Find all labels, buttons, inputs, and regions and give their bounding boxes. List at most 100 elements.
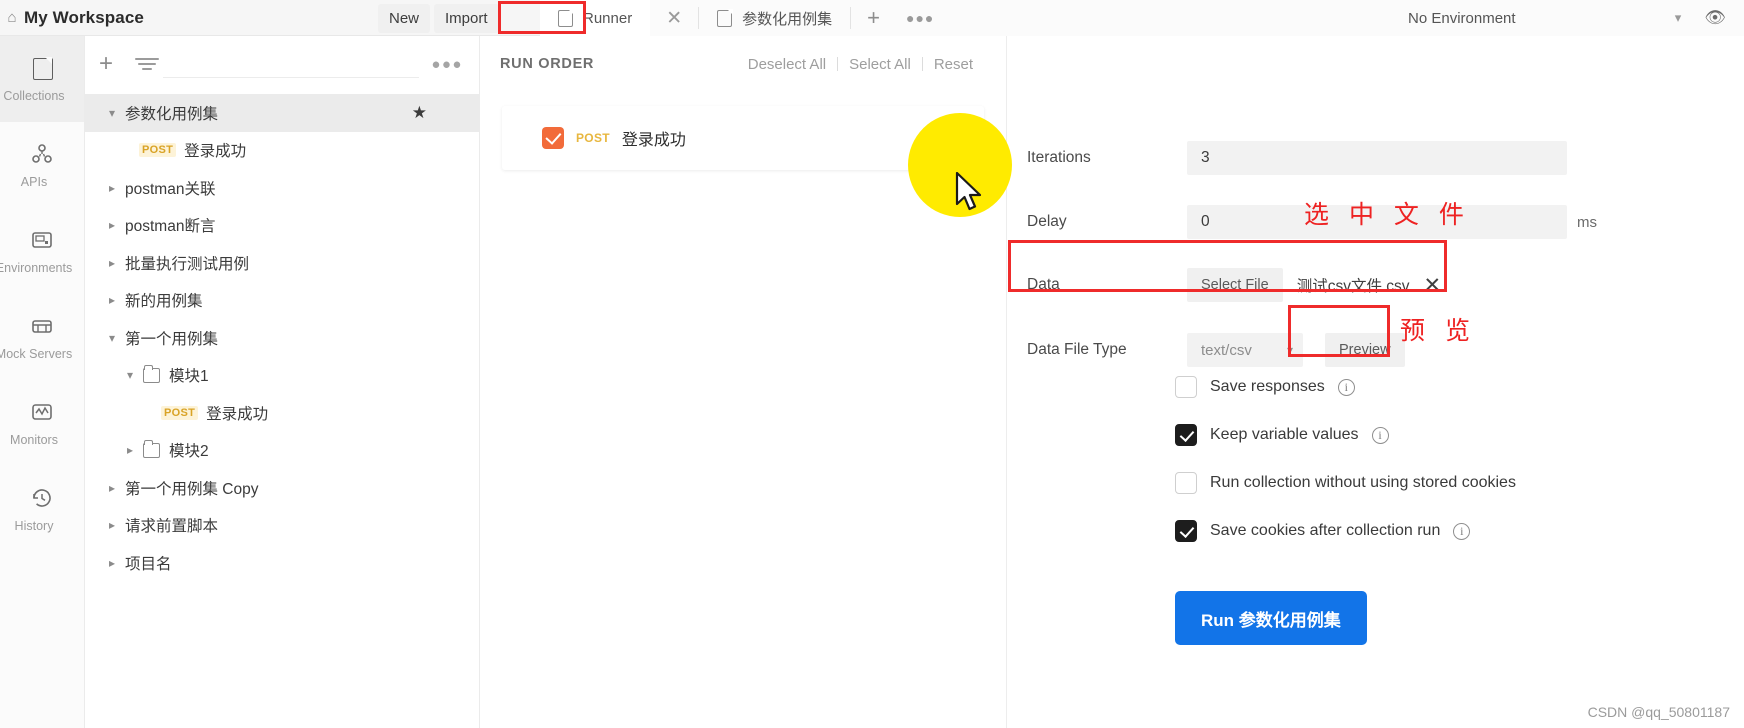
checkbox-box[interactable] (1175, 376, 1197, 398)
select-all-link[interactable]: Select All (838, 56, 922, 73)
checkbox-box[interactable] (1175, 472, 1197, 494)
more-horizontal-icon[interactable]: ●●● (431, 56, 463, 73)
sidebar-toolbar: + ●●● (85, 36, 479, 92)
tree-item-collection-parameterized[interactable]: ▾ 参数化用例集 ★ (85, 94, 479, 132)
tree-item-collection-batch-run[interactable]: ▸ 批量执行测试用例 (85, 244, 479, 282)
tree-item-label: 模块2 (169, 443, 209, 461)
tree-item-request-login-2[interactable]: POST 登录成功 (85, 394, 479, 432)
plus-icon[interactable]: + (851, 5, 896, 31)
environments-icon (29, 227, 55, 253)
checkbox-keep-variable-values[interactable]: Keep variable values i (1175, 424, 1389, 446)
rail-item-environments[interactable]: Environments (0, 208, 84, 294)
data-file-type-select[interactable]: text/csv ▾ (1187, 333, 1303, 367)
selected-file-name: 测试csv文件.csv (1296, 278, 1410, 295)
rail-item-mock-servers[interactable]: Mock Servers (0, 294, 84, 380)
tree-item-label: 第一个用例集 Copy (125, 480, 259, 498)
rail-item-collections[interactable]: Collections (0, 36, 84, 122)
tab-close-icon[interactable]: ✕ (650, 7, 698, 30)
delay-input[interactable]: 0 (1187, 205, 1567, 239)
data-label: Data (1027, 276, 1060, 293)
request-checkbox[interactable] (542, 127, 564, 149)
environment-label: No Environment (1408, 9, 1516, 27)
tree-item-collection-prerequest-script[interactable]: ▸ 请求前置脚本 (85, 507, 479, 545)
runner-settings-panel: Iterations 3 Delay 0 ms Data Select File… (1006, 36, 1744, 728)
delay-unit-label: ms (1577, 213, 1597, 231)
tree-item-label: 第一个用例集 (125, 330, 219, 348)
tab-runner[interactable]: Runner (540, 0, 651, 36)
chevron-right-icon[interactable]: ▸ (99, 218, 125, 232)
tree-item-collection-first[interactable]: ▾ 第一个用例集 (85, 319, 479, 357)
monitors-icon (29, 399, 55, 425)
header-actions: New Import (378, 0, 499, 36)
info-icon[interactable]: i (1453, 522, 1471, 540)
tree-item-collection-first-copy[interactable]: ▸ 第一个用例集 Copy (85, 469, 479, 507)
top-header-bar: ⌂ My Workspace New Import Runner ✕ 参数化用例… (0, 0, 1744, 36)
home-icon[interactable]: ⌂ (0, 9, 24, 26)
iterations-input[interactable]: 3 (1187, 141, 1567, 175)
checkbox-run-without-cookies[interactable]: Run collection without using stored cook… (1175, 472, 1516, 494)
tab-runner-label: Runner (583, 9, 633, 27)
tree-item-label: postman关联 (125, 180, 216, 198)
collections-icon (29, 55, 55, 81)
chevron-right-icon[interactable]: ▸ (99, 256, 125, 270)
rail-item-apis[interactable]: APIs (0, 122, 84, 208)
rail-item-history[interactable]: History (0, 466, 84, 552)
delay-label: Delay (1027, 213, 1067, 230)
collections-sidebar: + ●●● ▾ 参数化用例集 ★ POST 登录成功 ▸ postman关联 ▸… (85, 36, 480, 728)
close-icon[interactable]: ✕ (1424, 273, 1442, 298)
filter-icon[interactable] (135, 54, 160, 74)
tab-collection[interactable]: 参数化用例集 (699, 0, 850, 36)
chevron-down-icon[interactable]: ▾ (117, 368, 143, 382)
chevron-down-icon[interactable]: ▾ (99, 106, 125, 120)
tree-item-collection-postman-duanyan[interactable]: ▸ postman断言 (85, 207, 479, 245)
run-collection-button[interactable]: Run 参数化用例集 (1175, 591, 1367, 645)
tree-item-collection-postman-guanlian[interactable]: ▸ postman关联 (85, 169, 479, 207)
info-icon[interactable]: i (1337, 378, 1355, 396)
rail-item-monitors[interactable]: Monitors (0, 380, 84, 466)
select-file-button[interactable]: Select File (1187, 268, 1283, 302)
data-file-type-row: Data File Type text/csv ▾ Preview (1027, 333, 1405, 367)
checkbox-save-responses[interactable]: Save responses i (1175, 376, 1355, 398)
deselect-all-link[interactable]: Deselect All (737, 56, 837, 73)
star-icon[interactable]: ★ (412, 103, 427, 123)
checkbox-box[interactable] (1175, 520, 1197, 542)
tree-item-label: 登录成功 (206, 405, 269, 423)
info-icon[interactable]: i (1371, 426, 1389, 444)
rail-label-monitors: Monitors (10, 433, 58, 447)
preview-button[interactable]: Preview (1325, 333, 1405, 367)
new-button[interactable]: New (378, 3, 431, 33)
tree-item-request-login-1[interactable]: POST 登录成功 (85, 132, 479, 170)
chevron-right-icon[interactable]: ▸ (99, 518, 125, 532)
run-order-header: RUN ORDER Deselect All Select All Reset (480, 36, 1006, 92)
checkbox-box[interactable] (1175, 424, 1197, 446)
chevron-right-icon[interactable]: ▸ (117, 443, 143, 457)
chevron-right-icon[interactable]: ▸ (99, 293, 125, 307)
import-button[interactable]: Import (434, 3, 499, 33)
more-horizontal-icon[interactable]: ●●● (896, 10, 944, 26)
chevron-right-icon[interactable]: ▸ (99, 481, 125, 495)
left-icon-rail: Collections APIs Environments Mock Serve… (0, 36, 85, 728)
eye-icon[interactable]: 👁 (1698, 8, 1732, 28)
chevron-right-icon[interactable]: ▸ (99, 181, 125, 195)
plus-icon[interactable]: + (99, 50, 113, 78)
tree-item-collection-new[interactable]: ▸ 新的用例集 (85, 282, 479, 320)
tree-item-folder-module1[interactable]: ▾ 模块1 (85, 357, 479, 395)
reset-link[interactable]: Reset (923, 56, 984, 73)
chevron-right-icon[interactable]: ▸ (99, 556, 125, 570)
chevron-down-icon[interactable]: ▾ (1658, 10, 1698, 26)
run-order-request-row[interactable]: POST 登录成功 (502, 106, 984, 170)
checkbox-label: Save cookies after collection run (1210, 522, 1441, 539)
tree-item-label: postman断言 (125, 218, 216, 236)
apis-icon (29, 141, 55, 167)
workspace-title: My Workspace (24, 7, 144, 27)
data-file-type-value: text/csv (1201, 341, 1252, 359)
tree-item-collection-project-name[interactable]: ▸ 项目名 (85, 544, 479, 582)
environment-selector[interactable]: No Environment ▾ 👁 (1408, 0, 1744, 36)
chevron-down-icon[interactable]: ▾ (99, 331, 125, 345)
checkbox-label: Save responses (1210, 378, 1325, 395)
mock-servers-icon (29, 313, 55, 339)
checkbox-save-cookies[interactable]: Save cookies after collection run i (1175, 520, 1471, 542)
tree-item-label: 登录成功 (184, 143, 247, 161)
run-order-title: RUN ORDER (500, 56, 595, 72)
tree-item-folder-module2[interactable]: ▸ 模块2 (85, 432, 479, 470)
